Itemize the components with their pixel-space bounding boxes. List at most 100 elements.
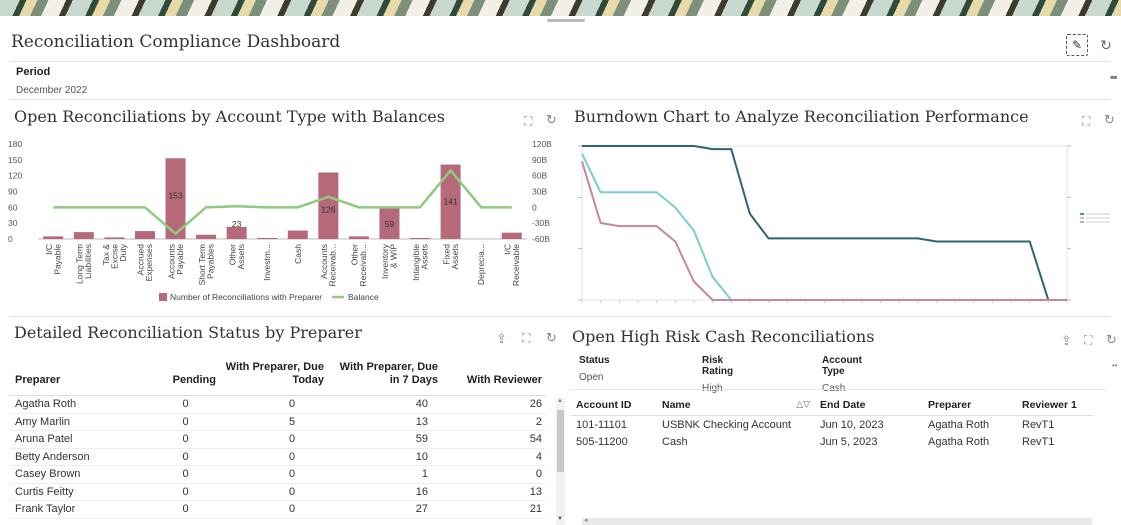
- bar[interactable]: [257, 237, 278, 239]
- x-tick-label-line: Expenses: [144, 244, 154, 281]
- preparer-status-table: Preparer Pending With Preparer, Due Toda…: [10, 357, 546, 519]
- expand-icon[interactable]: ⛶: [524, 114, 532, 129]
- count-link[interactable]: 27: [328, 500, 442, 519]
- column-header[interactable]: Reviewer 1: [1017, 395, 1093, 416]
- preparer-name: Betty Anderson: [10, 448, 150, 466]
- column-header[interactable]: Pending: [150, 357, 220, 396]
- count-link[interactable]: 10: [328, 448, 442, 466]
- x-tick-label-line: Payables: [205, 244, 215, 279]
- y-tick-label: 30: [8, 218, 18, 228]
- count-link[interactable]: 0: [150, 483, 220, 501]
- expand-icon[interactable]: ⛶: [1084, 333, 1092, 348]
- scroll-down-icon[interactable]: ▼: [557, 516, 563, 522]
- end-date: Jun 5, 2023: [820, 436, 878, 448]
- bar[interactable]: [348, 236, 369, 239]
- edit-icon[interactable]: ✎: [1066, 34, 1088, 56]
- preparer-link[interactable]: Agatha Roth: [923, 416, 1017, 433]
- preparer-link[interactable]: Agatha Roth: [923, 433, 1017, 450]
- bar[interactable]: [104, 237, 125, 239]
- y-tick-label: 60: [8, 202, 18, 212]
- count-link[interactable]: 0: [150, 413, 220, 431]
- y2-tick-label: 120B: [532, 139, 552, 149]
- refresh-icon[interactable]: ↻: [546, 112, 557, 128]
- count-link[interactable]: 0: [220, 500, 328, 519]
- bar[interactable]: [43, 236, 64, 239]
- column-header-name[interactable]: Name △▽: [657, 395, 815, 416]
- high-risk-table: Account ID Name △▽ End Date Preparer Rev…: [571, 395, 1093, 450]
- legend-label[interactable]: Number of Reconciliations with Preparer: [170, 292, 322, 302]
- x-tick-label: Cash: [293, 244, 303, 264]
- count-link[interactable]: 0: [220, 448, 328, 466]
- end-date: Jun 10, 2023: [820, 419, 884, 432]
- count-link[interactable]: 5: [220, 413, 328, 431]
- column-header[interactable]: Preparer: [923, 395, 1017, 416]
- burndown-line[interactable]: [582, 145, 1067, 301]
- count-link[interactable]: 0: [150, 395, 220, 414]
- column-header[interactable]: Account ID: [571, 395, 657, 416]
- vertical-scrollbar[interactable]: ▲ ▼: [556, 398, 565, 525]
- count-link[interactable]: 21: [442, 500, 546, 519]
- filter-status[interactable]: Status Open: [579, 355, 610, 383]
- count-link[interactable]: 0: [150, 448, 220, 466]
- count-link[interactable]: 2: [442, 413, 546, 431]
- refresh-icon[interactable]: ↻: [1104, 112, 1115, 128]
- scrollbar-thumb[interactable]: [557, 410, 564, 472]
- reviewer-link[interactable]: RevT1: [1017, 416, 1093, 433]
- count-link[interactable]: 13: [442, 483, 546, 501]
- period-value[interactable]: December 2022: [16, 85, 87, 96]
- export-icon[interactable]: ⇪: [496, 331, 507, 347]
- bar[interactable]: [287, 230, 308, 239]
- column-header[interactable]: With Preparer, Due in 7 Days: [328, 357, 442, 396]
- column-header[interactable]: With Preparer, Due Today: [220, 357, 328, 396]
- account-name-link[interactable]: Cash: [657, 433, 815, 450]
- count-link[interactable]: 0: [220, 395, 328, 414]
- count-link[interactable]: 13: [328, 413, 442, 431]
- count-link[interactable]: 0: [220, 465, 328, 484]
- export-icon[interactable]: ⇪: [1061, 333, 1072, 349]
- expand-icon[interactable]: ⛶: [522, 331, 530, 346]
- bar[interactable]: [410, 237, 431, 239]
- count-link[interactable]: 59: [328, 430, 442, 449]
- scroll-up-icon[interactable]: ▲: [557, 398, 563, 404]
- column-header[interactable]: End Date: [815, 395, 923, 416]
- y-tick-label: 0: [8, 234, 13, 244]
- column-header[interactable]: With Reviewer: [442, 357, 546, 396]
- bar[interactable]: [134, 231, 155, 239]
- account-id: 505-11200: [576, 436, 628, 448]
- reviewer-link[interactable]: RevT1: [1017, 433, 1093, 450]
- sort-icon[interactable]: △▽: [796, 399, 810, 410]
- expand-icon[interactable]: ⛶: [1082, 114, 1090, 129]
- column-header[interactable]: Preparer: [10, 357, 150, 396]
- refresh-icon[interactable]: ↻: [546, 330, 557, 346]
- count-link[interactable]: 4: [442, 448, 546, 466]
- x-tick-label-line: Cash: [293, 244, 303, 264]
- count-link[interactable]: 0: [442, 465, 546, 484]
- drag-handle[interactable]: [547, 19, 585, 22]
- scroll-left-icon[interactable]: ◂: [584, 516, 588, 524]
- refresh-icon[interactable]: ↻: [1097, 36, 1115, 54]
- more-horizontal-icon[interactable]: ▪▪: [1110, 70, 1117, 84]
- bar[interactable]: [196, 234, 217, 239]
- y2-tick-label: 60B: [532, 171, 547, 181]
- count-link[interactable]: 26: [442, 395, 546, 414]
- count-link[interactable]: 1: [328, 465, 442, 484]
- count-link[interactable]: 40: [328, 395, 442, 414]
- count-link[interactable]: 54: [442, 430, 546, 449]
- count-link[interactable]: 0: [220, 430, 328, 449]
- refresh-icon[interactable]: ↻: [1106, 332, 1117, 348]
- count-link[interactable]: 0: [150, 430, 220, 449]
- count-link[interactable]: 0: [150, 500, 220, 519]
- count-link[interactable]: 16: [328, 483, 442, 501]
- horizontal-scrollbar[interactable]: ◂: [582, 516, 1092, 525]
- count-link[interactable]: 0: [220, 483, 328, 501]
- bar[interactable]: [73, 232, 94, 239]
- burndown-chart: [578, 145, 1110, 303]
- count-link[interactable]: 0: [150, 465, 220, 484]
- legend-label[interactable]: Balance: [348, 292, 379, 302]
- x-tick-label-line: Assets: [236, 244, 246, 270]
- burndown-line[interactable]: [581, 161, 1067, 301]
- more-horizontal-icon[interactable]: ••: [1112, 361, 1118, 370]
- bar[interactable]: [501, 232, 522, 239]
- bar-data-label: 153: [168, 190, 182, 200]
- account-name-link[interactable]: USBNK Checking Account: [657, 416, 815, 433]
